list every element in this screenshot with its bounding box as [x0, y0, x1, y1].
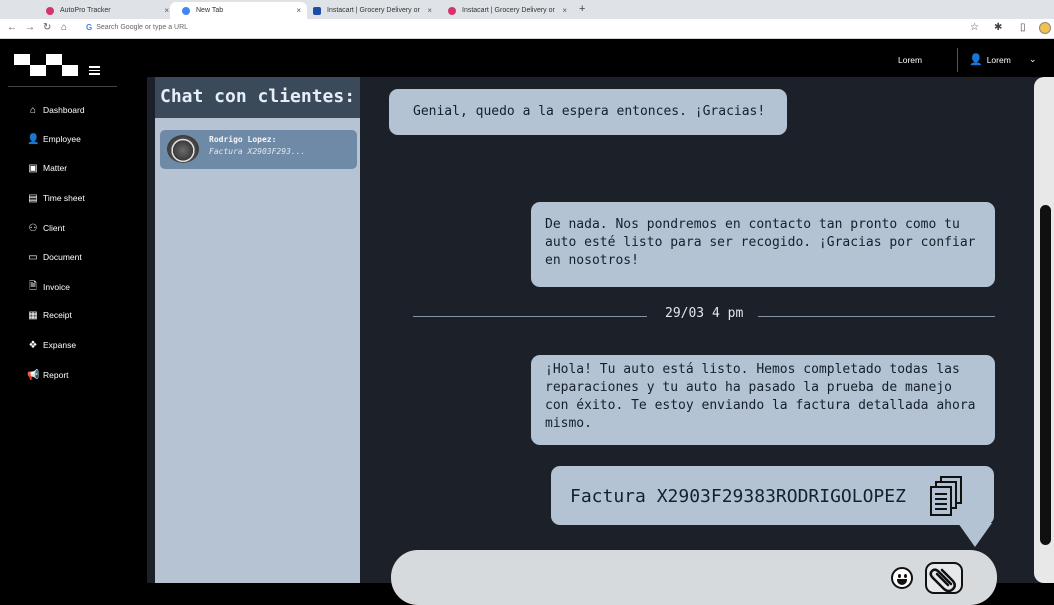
file-message-bubble[interactable]: Factura X2903F29383RODRIGOLOPEZ	[551, 466, 994, 547]
emoji-icon[interactable]	[891, 567, 913, 589]
sidebar-item-receipt[interactable]: ▦ Receipt	[27, 308, 72, 322]
chevron-down-icon[interactable]: ⌄	[1029, 54, 1037, 65]
hamburger-menu-icon[interactable]	[89, 66, 100, 75]
sidebar-item-label: Expanse	[43, 340, 77, 350]
close-icon[interactable]: ×	[164, 6, 169, 15]
sidebar-item-document[interactable]: ▭ Document	[27, 250, 82, 264]
sidebar-item-matter[interactable]: ▣ Matter	[27, 161, 67, 175]
sidebar-item-expanse[interactable]: ❖ Expanse	[27, 338, 77, 352]
browser-tab-strip: AutoPro Tracker × New Tab × Instacart | …	[0, 0, 1054, 19]
date-divider-line-right	[758, 316, 995, 317]
home-icon[interactable]: ⌂	[61, 22, 67, 33]
tab-title: Instacart | Grocery Delivery or	[327, 7, 420, 14]
sidepanel-icon[interactable]: ▯	[1020, 22, 1026, 33]
star-icon[interactable]: ☆	[970, 22, 979, 33]
sidebar-item-report[interactable]: 📢 Report	[27, 368, 69, 382]
message-composer	[391, 550, 997, 605]
document-stack-icon	[930, 476, 962, 516]
address-bar: ← → ↻ ⌂ G Search Google or type a URL ☆ …	[0, 19, 1054, 39]
back-icon[interactable]: ←	[7, 22, 17, 33]
new-tab-icon[interactable]: +	[579, 3, 585, 15]
chat-list-header: Chat con clientes:	[155, 77, 360, 118]
money-icon: ❖	[28, 339, 38, 351]
sidebar-item-label: Receipt	[43, 310, 72, 320]
folder-icon: ▭	[28, 251, 38, 263]
sidebar-divider	[8, 86, 117, 87]
sidebar-item-label: Document	[43, 252, 82, 262]
sidebar-item-label: Matter	[43, 163, 68, 173]
file-icon: 🗎	[28, 280, 38, 292]
avatar	[167, 135, 199, 163]
header-user-link[interactable]: Lorem	[898, 55, 922, 65]
forward-icon[interactable]: →	[25, 22, 35, 33]
sidebar-item-invoice[interactable]: 🗎 Invoice	[27, 280, 70, 294]
person-icon: 👤	[969, 54, 983, 66]
message-input[interactable]	[411, 564, 881, 590]
app-logo	[14, 54, 86, 76]
sidebar-item-label: Employee	[43, 134, 81, 144]
chat-list-panel: Chat con clientes: Rodrigo Lopez: Factur…	[155, 77, 360, 583]
close-icon[interactable]: ×	[427, 6, 432, 15]
attach-file-button[interactable]	[925, 562, 963, 594]
conversation-panel: Genial, quedo a la espera entonces. ¡Gra…	[362, 77, 1032, 605]
header-user-name: Lorem	[986, 54, 1011, 65]
tab-title: AutoPro Tracker	[60, 7, 111, 14]
header-user-menu[interactable]: 👤 Lorem	[969, 53, 1011, 66]
url-placeholder: Search Google or type a URL	[96, 24, 189, 31]
receipt-icon: ▦	[28, 309, 38, 321]
profile-avatar[interactable]	[1039, 22, 1051, 34]
message-bubble-sent: ¡Hola! Tu auto está listo. Hemos complet…	[531, 355, 995, 445]
browser-tab-instacart-1[interactable]: Instacart | Grocery Delivery or ×	[305, 2, 438, 19]
reload-icon[interactable]: ↻	[43, 22, 51, 33]
favicon-icon	[46, 6, 54, 15]
header-divider	[957, 48, 958, 72]
group-icon: ⚇	[28, 222, 38, 234]
browser-tab-autopro[interactable]: AutoPro Tracker ×	[14, 2, 175, 19]
browser-tab-newtab[interactable]: New Tab ×	[170, 2, 307, 19]
sidebar-item-time-sheet[interactable]: ▤ Time sheet	[27, 191, 85, 205]
contact-preview: Factura X2903F293...	[209, 147, 306, 156]
sidebar-item-label: Time sheet	[43, 193, 85, 203]
chat-contact-item[interactable]: Rodrigo Lopez: Factura X2903F293...	[160, 130, 357, 169]
google-icon: G	[86, 23, 93, 32]
scrollbar[interactable]	[1033, 77, 1054, 583]
paperclip-icon	[929, 568, 956, 593]
sidebar-item-label: Invoice	[43, 282, 70, 292]
message-bubble-received: Genial, quedo a la espera entonces. ¡Gra…	[389, 89, 787, 135]
chat-list-title: Chat con clientes:	[160, 86, 356, 107]
sidebar-item-client[interactable]: ⚇ Client	[27, 221, 65, 235]
contact-name: Rodrigo Lopez:	[209, 135, 277, 144]
bubble-tail	[958, 523, 992, 547]
message-bubble-sent: De nada. Nos pondremos en contacto tan p…	[531, 202, 995, 287]
date-divider-line-left	[413, 316, 647, 317]
close-icon[interactable]: ×	[296, 6, 301, 15]
scrollbar-thumb[interactable]	[1040, 205, 1051, 545]
browser-tab-instacart-2[interactable]: Instacart | Grocery Delivery or ×	[440, 2, 573, 19]
sidebar-item-label: Report	[43, 370, 69, 380]
sidebar-item-label: Client	[43, 223, 65, 233]
app-root: ⌂ Dashboard 👤 Employee ▣ Matter ▤ Time sheet…	[0, 40, 1054, 605]
person-icon: 👤	[27, 133, 40, 145]
home-icon: ⌂	[29, 104, 37, 116]
calendar-icon: ▤	[28, 192, 38, 204]
favicon-icon	[313, 6, 321, 15]
tab-title: New Tab	[196, 7, 224, 14]
date-separator: 29/03 4 pm	[665, 306, 744, 321]
close-icon[interactable]: ×	[562, 6, 567, 15]
favicon-icon	[182, 6, 190, 15]
extensions-icon[interactable]: ✱	[994, 22, 1002, 33]
favicon-icon	[448, 6, 456, 15]
file-name: Factura X2903F29383RODRIGOLOPEZ	[570, 486, 906, 507]
tab-title: Instacart | Grocery Delivery or	[462, 7, 555, 14]
sidebar-item-dashboard[interactable]: ⌂ Dashboard	[27, 103, 85, 117]
sidebar-item-employee[interactable]: 👤 Employee	[27, 132, 81, 146]
megaphone-icon: 📢	[27, 369, 40, 381]
bookmark-icon: ▣	[28, 162, 38, 174]
sidebar-item-label: Dashboard	[43, 105, 85, 115]
url-field[interactable]: G Search Google or type a URL	[86, 23, 188, 32]
